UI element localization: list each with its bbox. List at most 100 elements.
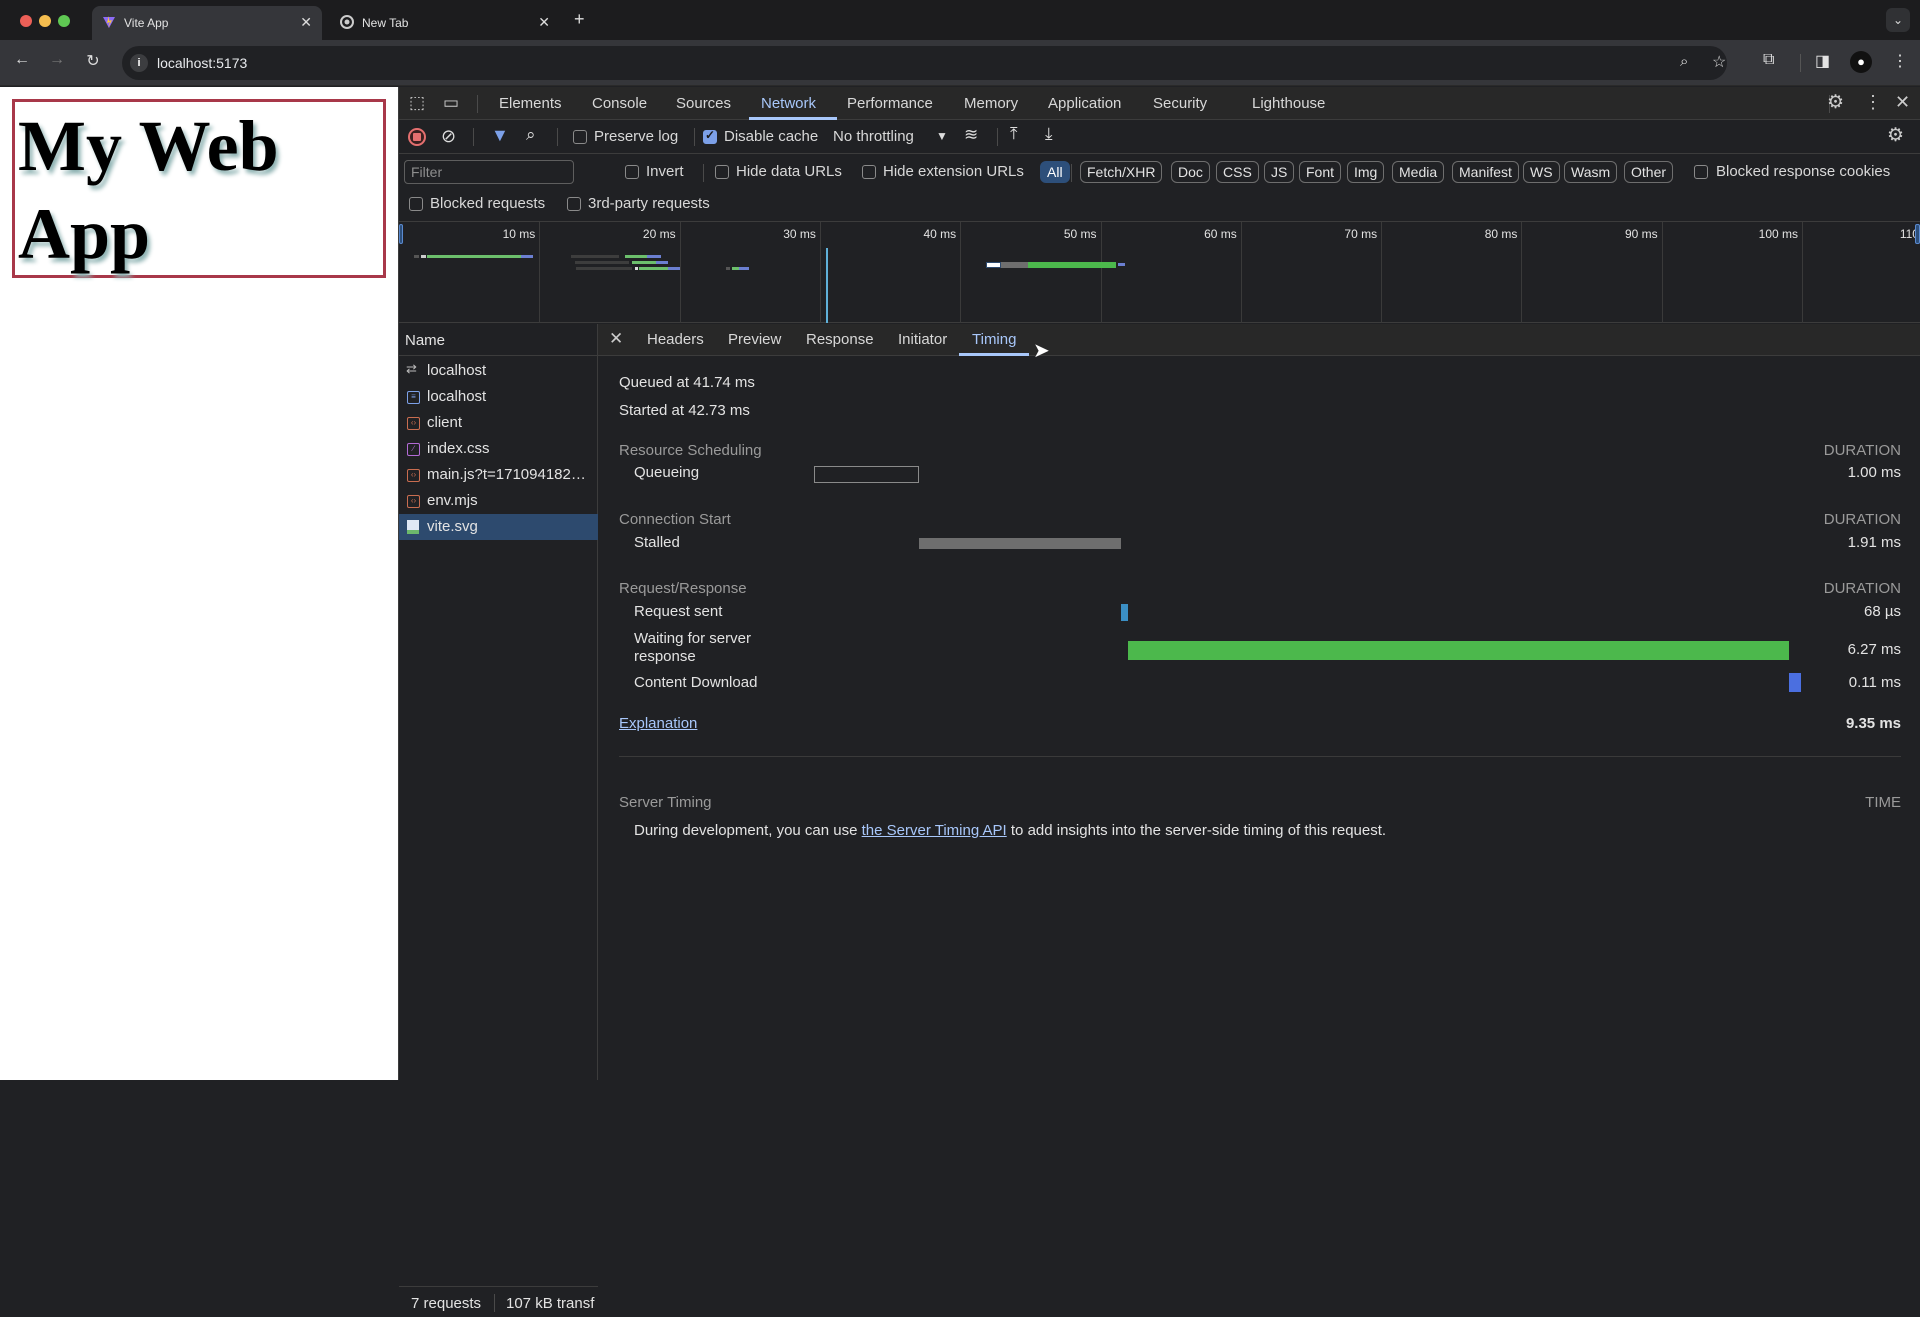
details-tab-headers[interactable]: Headers [647, 331, 704, 348]
request-row-selected[interactable]: vite.svg [399, 514, 598, 540]
blocked-response-cookies-checkbox[interactable] [1694, 165, 1708, 179]
type-filter-fetch-xhr[interactable]: Fetch/XHR [1080, 161, 1163, 183]
panel-tab-memory[interactable]: Memory [964, 95, 1018, 112]
details-tab-timing[interactable]: Timing [972, 331, 1016, 348]
filter-funnel-icon[interactable]: ▼ [491, 125, 509, 146]
overview-range-handle-right[interactable] [1915, 224, 1920, 244]
timing-label-stalled: Stalled [634, 534, 680, 551]
close-tab-icon[interactable]: ✕ [300, 14, 312, 31]
panel-tab-security[interactable]: Security [1153, 95, 1207, 112]
device-toolbar-icon[interactable]: ▭ [443, 93, 459, 113]
request-row[interactable]: ≡ localhost [399, 384, 598, 410]
panel-tab-application[interactable]: Application [1048, 95, 1121, 112]
panel-tab-console[interactable]: Console [592, 95, 647, 112]
network-conditions-icon[interactable]: ≋ [964, 125, 978, 145]
back-button[interactable]: ← [10, 51, 34, 69]
forward-button[interactable]: → [45, 51, 69, 69]
type-filter-img[interactable]: Img [1347, 161, 1385, 183]
browser-tab-vite-app[interactable]: Vite App ✕ [92, 6, 322, 40]
throttling-select[interactable]: No throttling [833, 128, 914, 145]
divider [473, 128, 474, 146]
side-panel-icon[interactable]: ◨ [1815, 51, 1830, 71]
hide-extension-urls-checkbox[interactable] [862, 165, 876, 179]
search-icon[interactable]: ⌕ [526, 125, 536, 145]
profile-avatar-icon[interactable]: ● [1850, 51, 1872, 73]
section-title-connection-start: Connection Start [619, 511, 731, 528]
export-har-icon[interactable]: ⤓ [1045, 124, 1053, 144]
type-filter-css[interactable]: CSS [1216, 161, 1259, 183]
inspect-element-icon[interactable]: ⬚ [409, 93, 425, 113]
type-filter-ws[interactable]: WS [1523, 161, 1560, 183]
disable-cache-checkbox[interactable] [703, 128, 717, 144]
invert-checkbox[interactable] [625, 165, 639, 179]
overview-bar [521, 255, 533, 258]
request-row[interactable]: ⇄ localhost [399, 358, 598, 384]
import-har-icon[interactable]: ⤒ [1010, 124, 1018, 144]
request-name: main.js?t=171094182… [427, 466, 586, 483]
type-filter-font[interactable]: Font [1299, 161, 1342, 183]
close-details-icon[interactable]: ✕ [609, 329, 623, 349]
panel-tab-lighthouse[interactable]: Lighthouse [1252, 95, 1325, 112]
server-timing-api-link[interactable]: the Server Timing API [862, 822, 1007, 839]
divider [557, 128, 558, 146]
close-tab-icon[interactable]: ✕ [538, 14, 550, 31]
clear-log-icon[interactable]: ⊘ [441, 126, 456, 147]
type-filter-js[interactable]: JS [1264, 161, 1295, 183]
overview-bar [1118, 263, 1125, 266]
type-filter-doc[interactable]: Doc [1171, 161, 1210, 183]
panel-tab-sources[interactable]: Sources [676, 95, 731, 112]
devtools-menu-icon[interactable]: ⋮ [1864, 92, 1882, 113]
panel-tab-elements[interactable]: Elements [499, 95, 562, 112]
panel-tab-network[interactable]: Network [761, 95, 816, 112]
reload-button[interactable]: ↻ [81, 51, 105, 71]
settings-gear-icon[interactable]: ⚙ [1827, 91, 1844, 114]
new-tab-button[interactable]: + [574, 9, 585, 30]
blocked-requests-checkbox[interactable] [409, 197, 423, 211]
dom-content-loaded-marker [826, 248, 828, 323]
request-list: Name ⇄ localhost ≡ localhost ‹› client ∕… [399, 324, 598, 1312]
type-filter-manifest[interactable]: Manifest [1452, 161, 1519, 183]
filter-input[interactable] [404, 160, 574, 184]
request-row[interactable]: ‹› client [399, 410, 598, 436]
site-info-icon[interactable]: i [130, 54, 148, 72]
minimize-window-button[interactable] [39, 15, 51, 27]
maximize-window-button[interactable] [58, 15, 70, 27]
zoom-icon[interactable]: ⌕ [1680, 53, 1688, 70]
overview-bar [647, 255, 661, 258]
overview-range-handle-left[interactable] [399, 224, 403, 244]
request-row[interactable]: ∕ index.css [399, 436, 598, 462]
type-filter-media[interactable]: Media [1392, 161, 1445, 183]
preserve-log-label: Preserve log [594, 128, 679, 145]
address-bar[interactable]: i localhost:5173 ⌕ ☆ [122, 46, 1727, 80]
third-party-requests-checkbox[interactable] [567, 197, 581, 211]
hide-data-urls-checkbox[interactable] [715, 165, 729, 179]
details-tab-preview[interactable]: Preview [728, 331, 781, 348]
network-overview-timeline[interactable]: 10 ms 20 ms 30 ms 40 ms 50 ms 60 ms 70 ms 80 ms… [399, 222, 1920, 323]
network-settings-gear-icon[interactable]: ⚙ [1887, 124, 1904, 147]
explanation-link[interactable]: Explanation [619, 715, 697, 732]
type-filter-wasm[interactable]: Wasm [1564, 161, 1618, 183]
record-stop-button[interactable] [408, 128, 426, 146]
details-tab-initiator[interactable]: Initiator [898, 331, 947, 348]
panel-tab-performance[interactable]: Performance [847, 95, 933, 112]
close-devtools-icon[interactable]: ✕ [1895, 92, 1910, 113]
extensions-icon[interactable]: ⧉ [1763, 51, 1774, 69]
name-column-header[interactable]: Name [399, 324, 598, 356]
bookmark-star-icon[interactable]: ☆ [1712, 52, 1726, 72]
type-filter-other[interactable]: Other [1624, 161, 1674, 183]
overview-bar [635, 267, 638, 270]
preserve-log-checkbox[interactable] [573, 130, 587, 144]
browser-menu-icon[interactable]: ⋮ [1892, 51, 1908, 71]
request-row[interactable]: ‹› main.js?t=171094182… [399, 462, 598, 488]
tab-search-button[interactable]: ⌄ [1886, 8, 1910, 32]
details-tab-response[interactable]: Response [806, 331, 874, 348]
browser-tab-strip: Vite App ✕ New Tab ✕ + ⌄ [0, 0, 1920, 40]
request-row[interactable]: ‹› env.mjs [399, 488, 598, 514]
type-filter-all[interactable]: All [1040, 161, 1070, 183]
timing-value-stalled: 1.91 ms [1847, 534, 1901, 551]
close-window-button[interactable] [20, 15, 32, 27]
browser-tab-new-tab[interactable]: New Tab ✕ [330, 6, 560, 40]
throttling-dropdown-icon[interactable]: ▼ [936, 129, 948, 143]
duration-header: DURATION [1823, 511, 1901, 528]
overview-tick-label: 70 ms [1344, 227, 1378, 241]
